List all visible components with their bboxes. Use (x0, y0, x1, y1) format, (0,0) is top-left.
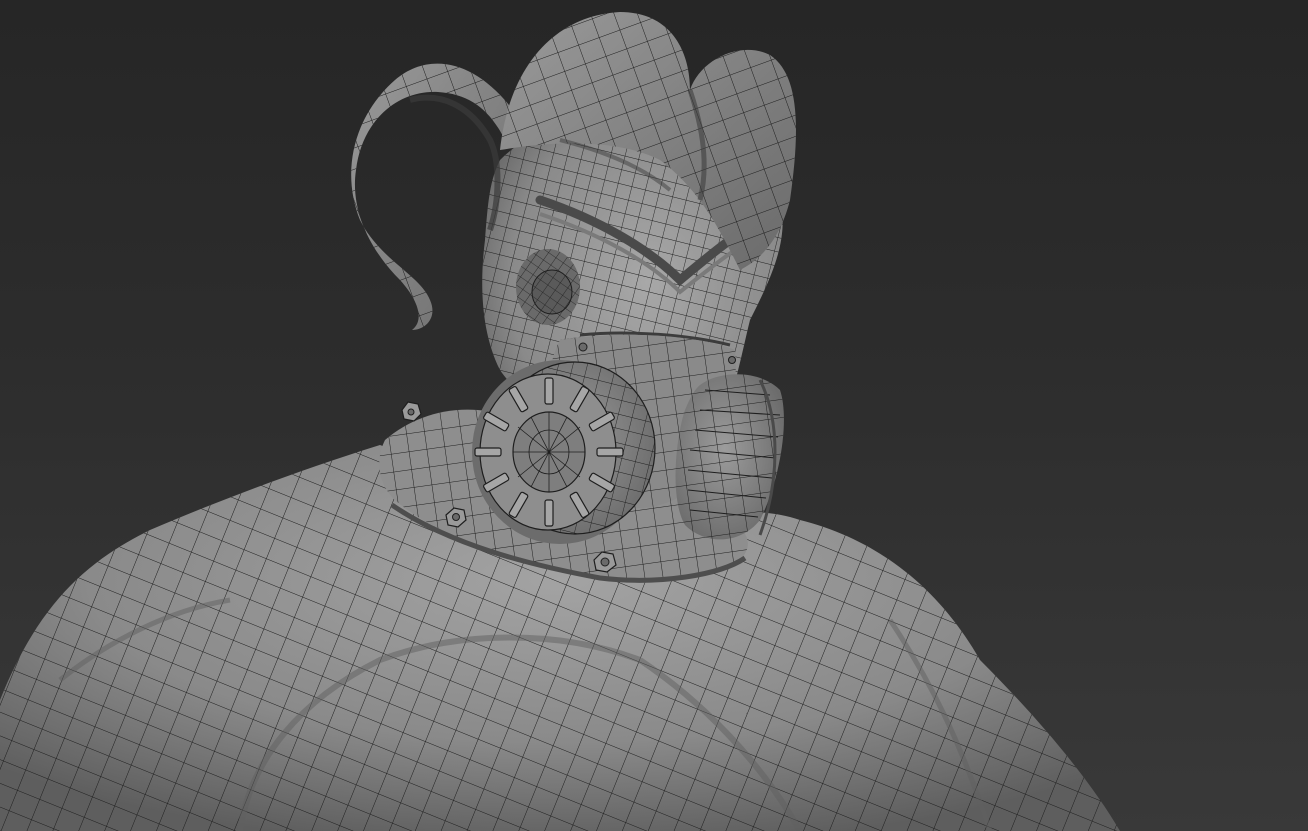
bolt-icon (401, 401, 422, 422)
eye (516, 249, 580, 325)
filter-side (675, 374, 784, 540)
3d-viewport[interactable] (0, 0, 1308, 831)
wireframe-scene (0, 12, 1120, 831)
